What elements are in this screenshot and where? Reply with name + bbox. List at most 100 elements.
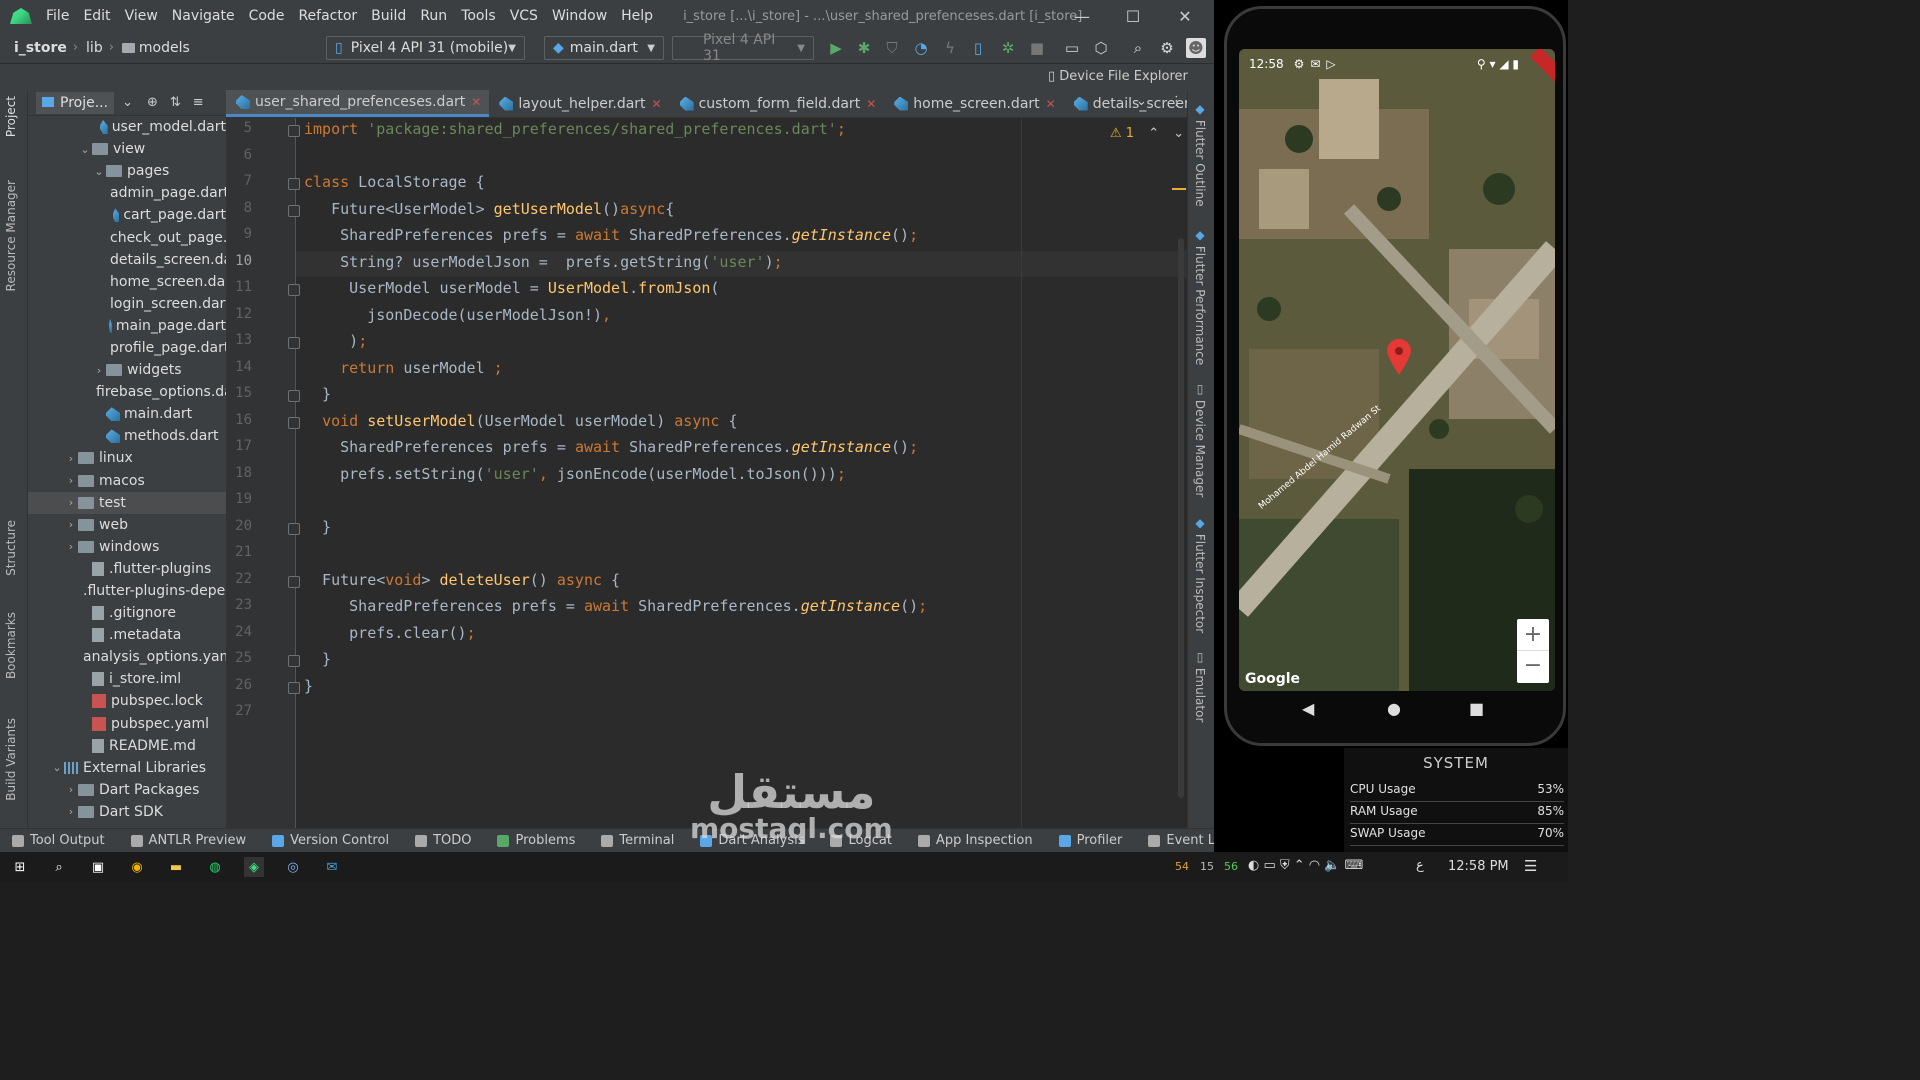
tree-item[interactable]: admin_page.dart [28, 182, 226, 204]
tree-item[interactable]: pubspec.lock [28, 690, 226, 712]
search-icon[interactable]: ⌕ [49, 857, 69, 877]
tree-item[interactable]: user_model.dart [28, 116, 226, 138]
device-file-explorer-tab[interactable]: ▯ Device File Explorer [1048, 69, 1188, 84]
bookmarks-tool-tab[interactable]: Bookmarks [4, 612, 18, 679]
minimize-icon[interactable]: — [1059, 0, 1105, 32]
bottom-tool-tab[interactable]: App Inspection [917, 833, 1033, 848]
editor-tab[interactable]: custom_form_field.dart ✕ [670, 90, 885, 117]
file-explorer-icon[interactable]: ▬ [166, 857, 186, 877]
attach-debugger-icon[interactable]: ✲ [998, 38, 1018, 58]
coverage-icon[interactable]: ⛉ [882, 38, 902, 58]
bottom-tool-tab[interactable]: Version Control [272, 833, 389, 848]
flutter-outline-tool-tab[interactable]: ◆ Flutter Outline [1193, 102, 1207, 207]
more-options-icon[interactable]: ⋮ [1170, 94, 1183, 109]
breadcrumb-lib[interactable]: lib [86, 40, 103, 56]
tree-item[interactable]: details_screen.dart [28, 249, 226, 271]
home-button[interactable]: ● [1387, 699, 1401, 718]
breadcrumb-models[interactable]: models [121, 40, 190, 56]
mail-icon[interactable]: ✉ [322, 857, 342, 877]
tree-item[interactable]: main.dart [28, 403, 226, 425]
menu-item[interactable]: VCS [510, 8, 546, 24]
device-manager-tool-tab[interactable]: ▯ Device Manager [1193, 382, 1207, 497]
fold-marker-icon[interactable] [288, 284, 300, 296]
menu-item[interactable]: Navigate [172, 8, 243, 24]
notifications-icon[interactable]: ☰ [1524, 857, 1537, 875]
taskbar-clock[interactable]: 12:58 PM [1448, 859, 1509, 874]
build-variants-tool-tab[interactable]: Build Variants [4, 718, 18, 801]
chevron-right-icon[interactable]: › [92, 364, 106, 377]
close-tab-icon[interactable]: ✕ [652, 97, 662, 111]
fold-marker-icon[interactable] [288, 575, 300, 588]
zoom-out-button[interactable]: − [1517, 651, 1549, 683]
tray-icons[interactable]: ◐ ▭ ⛨ ⌃ ◠ 🔈 ⌨ [1248, 858, 1363, 873]
chevron-right-icon[interactable]: › [64, 540, 78, 553]
tree-item[interactable]: ⌄ view [28, 138, 226, 160]
tree-item[interactable]: › widgets [28, 359, 226, 381]
tree-item[interactable]: profile_page.dart [28, 337, 226, 359]
windows-start-icon[interactable]: ⊞ [10, 857, 30, 877]
chevron-right-icon[interactable]: › [64, 805, 78, 818]
stop-icon[interactable]: ■ [1027, 38, 1047, 58]
bottom-tool-tab[interactable]: Terminal [601, 833, 674, 848]
menu-item[interactable]: Refactor [298, 8, 365, 24]
warning-marker[interactable] [1172, 188, 1186, 190]
chrome-icon[interactable]: ◉ [127, 857, 147, 877]
menu-item[interactable]: Window [552, 8, 615, 24]
warning-indicator[interactable]: ⚠ 1 ⌃ ⌄ [1110, 126, 1184, 141]
close-tab-icon[interactable]: ✕ [866, 97, 876, 111]
menu-item[interactable]: View [125, 8, 166, 24]
code-editor[interactable]: 5 import 'package:shared_preferences/shar… [226, 118, 1187, 828]
chevron-down-icon[interactable]: ⌄ [50, 761, 64, 774]
fold-marker-icon[interactable] [288, 655, 300, 667]
tree-item[interactable]: › macos [28, 470, 226, 492]
hot-reload-icon[interactable]: ϟ [940, 38, 960, 58]
bottom-tool-tab[interactable]: Profiler [1058, 833, 1122, 848]
fold-marker-icon[interactable] [288, 204, 300, 217]
run-icon[interactable]: ▶ [826, 38, 846, 58]
chevron-down-icon[interactable]: ⌄ [92, 165, 106, 178]
profile-icon[interactable]: ◔ [911, 38, 931, 58]
bottom-tool-tab[interactable]: ANTLR Preview [130, 833, 246, 848]
tree-item[interactable]: .flutter-plugins-depende [28, 580, 226, 602]
chevron-right-icon[interactable]: › [64, 783, 78, 796]
fold-marker-icon[interactable] [288, 390, 300, 402]
tree-item[interactable]: main_page.dart [28, 315, 226, 337]
apply-changes-icon[interactable]: ▯ [968, 38, 988, 58]
account-icon[interactable]: ☻ [1186, 38, 1206, 58]
tree-item[interactable]: firebase_options.dart [28, 381, 226, 403]
chevron-right-icon[interactable]: › [64, 496, 78, 509]
chevron-right-icon[interactable]: › [64, 518, 78, 531]
sdk-manager-icon[interactable]: ⬡ [1091, 38, 1111, 58]
tree-item[interactable]: login_screen.dart [28, 293, 226, 315]
tree-item[interactable]: .flutter-plugins [28, 558, 226, 580]
task-view-icon[interactable]: ▣ [88, 857, 108, 877]
menu-item[interactable]: Code [249, 8, 293, 24]
device-manager-icon[interactable]: ▭ [1062, 38, 1082, 58]
menu-item[interactable]: Edit [83, 8, 118, 24]
zoom-in-button[interactable]: + [1517, 619, 1549, 651]
chevron-right-icon[interactable]: › [64, 452, 78, 465]
tree-item[interactable]: check_out_page.dar [28, 226, 226, 248]
chevron-down-icon[interactable]: ⌄ [1173, 126, 1184, 141]
search-icon[interactable]: ⌕ [1128, 38, 1148, 58]
project-tool-tab[interactable]: Project [4, 96, 18, 137]
tree-item[interactable]: i_store.iml [28, 668, 226, 690]
maximize-icon[interactable]: ☐ [1110, 0, 1156, 32]
menu-item[interactable]: Tools [461, 8, 504, 24]
tree-item[interactable]: .metadata [28, 624, 226, 646]
tree-item[interactable]: methods.dart [28, 425, 226, 447]
fold-marker-icon[interactable] [288, 416, 300, 429]
tree-item[interactable]: ⌄ pages [28, 160, 226, 182]
chevron-down-icon[interactable]: ⌄ [1136, 94, 1147, 109]
tree-item[interactable]: › windows [28, 536, 226, 558]
tree-item[interactable]: cart_page.dart [28, 204, 226, 226]
gear-icon[interactable]: ⚙ [1157, 38, 1177, 58]
flutter-performance-tool-tab[interactable]: ◆ Flutter Performance [1193, 228, 1207, 365]
structure-tool-tab[interactable]: Structure [4, 520, 18, 576]
debug-icon[interactable]: ✱ [854, 38, 874, 58]
fold-marker-icon[interactable] [288, 337, 300, 349]
emulator-tool-tab[interactable]: ▯ Emulator [1193, 650, 1207, 722]
menu-item[interactable]: Help [621, 8, 661, 24]
editor-scrollbar[interactable] [1178, 238, 1184, 798]
chevron-right-icon[interactable]: › [64, 474, 78, 487]
